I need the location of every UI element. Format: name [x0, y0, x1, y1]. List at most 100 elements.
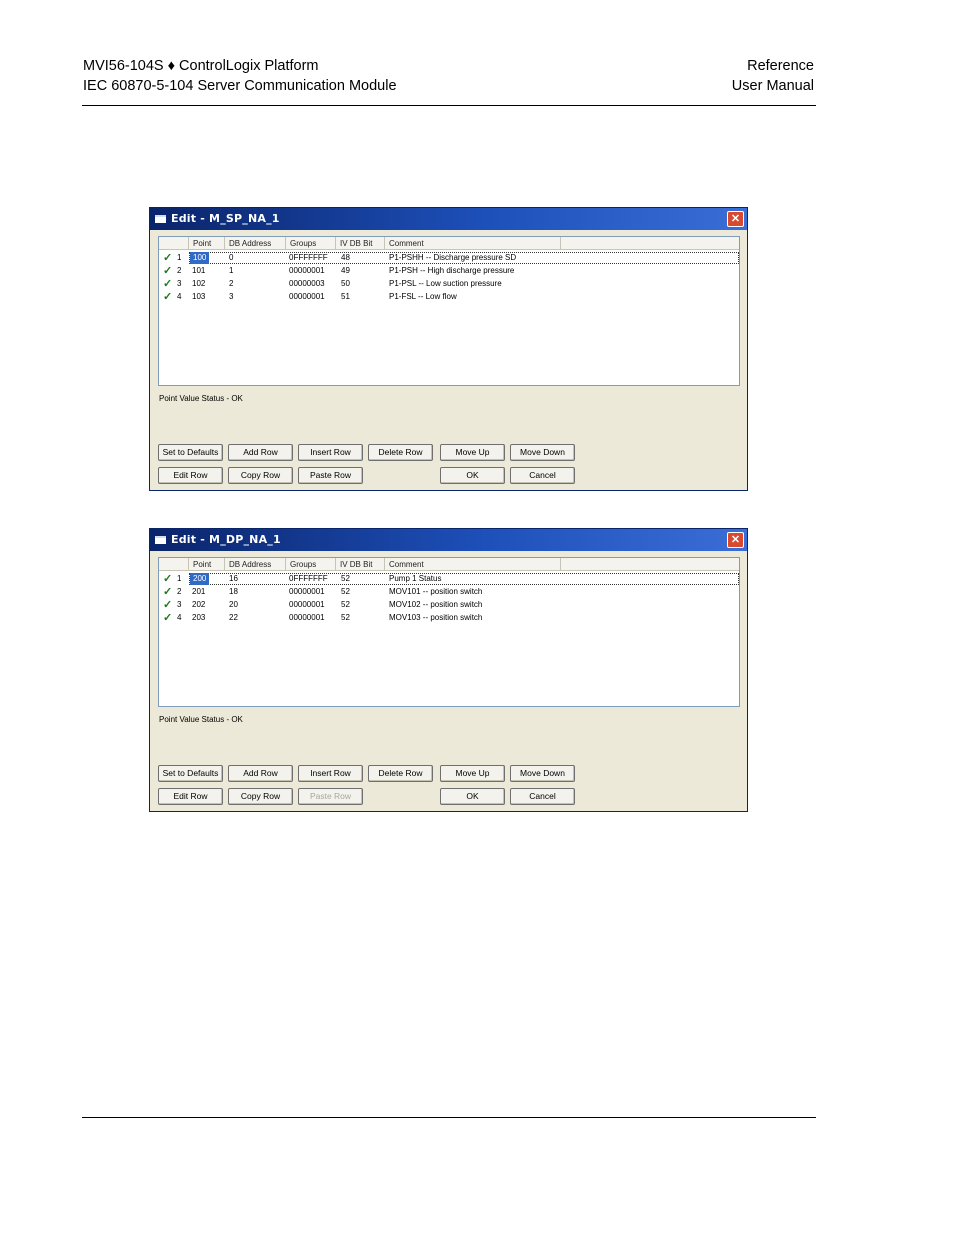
- grid-cell-point[interactable]: 200: [190, 573, 210, 585]
- grid-cell-point[interactable]: 100: [190, 252, 210, 264]
- grid-cell-iv[interactable]: 48: [341, 252, 350, 264]
- insert-row-button[interactable]: Insert Row: [298, 765, 363, 782]
- close-icon[interactable]: ✕: [727, 532, 744, 548]
- grid-cell-iv[interactable]: 52: [341, 599, 350, 611]
- column-header[interactable]: Comment: [385, 558, 561, 571]
- cancel-button[interactable]: Cancel: [510, 788, 575, 805]
- column-header[interactable]: IV DB Bit: [336, 558, 385, 571]
- grid-cell-iv[interactable]: 52: [341, 612, 350, 624]
- row-header-corner: [159, 558, 189, 571]
- set-defaults-button[interactable]: Set to Defaults: [158, 444, 223, 461]
- check-icon: ✓: [163, 599, 173, 611]
- grid-cell-point[interactable]: 201: [192, 586, 205, 598]
- grid-cell-comment[interactable]: P1-PSH -- High discharge pressure: [389, 265, 514, 277]
- delete-row-button[interactable]: Delete Row: [368, 765, 433, 782]
- grid-cell-iv[interactable]: 50: [341, 278, 350, 290]
- paste-row-button[interactable]: Paste Row: [298, 788, 363, 805]
- grid-cell-iv[interactable]: 52: [341, 573, 350, 585]
- cancel-button[interactable]: Cancel: [510, 467, 575, 484]
- header-rule: [82, 105, 816, 106]
- add-row-button[interactable]: Add Row: [228, 765, 293, 782]
- copy-row-button[interactable]: Copy Row: [228, 467, 293, 484]
- row-number[interactable]: 3: [177, 599, 181, 611]
- row-number[interactable]: 2: [177, 586, 181, 598]
- column-header[interactable]: Point: [189, 558, 225, 571]
- window-icon: [155, 536, 166, 544]
- grid-cell-comment[interactable]: P1-FSL -- Low flow: [389, 291, 457, 303]
- grid-cell-comment[interactable]: P1-PSL -- Low suction pressure: [389, 278, 502, 290]
- grid-cell-comment[interactable]: P1-PSHH -- Discharge pressure SD: [389, 252, 516, 264]
- column-header[interactable]: Groups: [286, 558, 336, 571]
- ok-button[interactable]: OK: [440, 788, 505, 805]
- grid-cell-comment[interactable]: MOV103 -- position switch: [389, 612, 482, 624]
- selected-row: [189, 573, 739, 585]
- column-header[interactable]: DB Address: [225, 237, 286, 250]
- grid-cell-groups[interactable]: 0FFFFFFF: [289, 252, 328, 264]
- column-header[interactable]: Groups: [286, 237, 336, 250]
- move-down-button[interactable]: Move Down: [510, 444, 575, 461]
- row-number[interactable]: 3: [177, 278, 181, 290]
- header-product: MVI56-104S ♦ ControlLogix Platform: [83, 58, 319, 74]
- add-row-button[interactable]: Add Row: [228, 444, 293, 461]
- row-number[interactable]: 1: [177, 252, 181, 264]
- set-defaults-button[interactable]: Set to Defaults: [158, 765, 223, 782]
- insert-row-button[interactable]: Insert Row: [298, 444, 363, 461]
- grid-cell-point[interactable]: 203: [192, 612, 205, 624]
- edit-row-button[interactable]: Edit Row: [158, 788, 223, 805]
- row-number[interactable]: 1: [177, 573, 181, 585]
- column-header[interactable]: DB Address: [225, 558, 286, 571]
- grid-cell-db[interactable]: 16: [229, 573, 238, 585]
- check-icon: ✓: [163, 252, 173, 264]
- grid-cell-groups[interactable]: 00000003: [289, 278, 325, 290]
- delete-row-button[interactable]: Delete Row: [368, 444, 433, 461]
- check-icon: ✓: [163, 612, 173, 624]
- row-number[interactable]: 4: [177, 291, 181, 303]
- points-grid[interactable]: Point DB Address Groups IV DB Bit Comment ✓ 1 2…: [158, 557, 740, 707]
- grid-cell-groups[interactable]: 0FFFFFFF: [289, 573, 328, 585]
- column-header[interactable]: Comment: [385, 237, 561, 250]
- column-header[interactable]: IV DB Bit: [336, 237, 385, 250]
- grid-cell-iv[interactable]: 52: [341, 586, 350, 598]
- row-number[interactable]: 4: [177, 612, 181, 624]
- points-grid[interactable]: Point DB Address Groups IV DB Bit Comment ✓ 1 1…: [158, 236, 740, 386]
- grid-cell-point[interactable]: 101: [192, 265, 205, 277]
- grid-cell-comment[interactable]: Pump 1 Status: [389, 573, 441, 585]
- grid-cell-db[interactable]: 2: [229, 278, 233, 290]
- paste-row-button[interactable]: Paste Row: [298, 467, 363, 484]
- ok-button[interactable]: OK: [440, 467, 505, 484]
- grid-cell-db[interactable]: 0: [229, 252, 233, 264]
- grid-cell-db[interactable]: 3: [229, 291, 233, 303]
- column-header[interactable]: Point: [189, 237, 225, 250]
- edit-row-button[interactable]: Edit Row: [158, 467, 223, 484]
- grid-cell-db[interactable]: 22: [229, 612, 238, 624]
- status-text: Point Value Status - OK: [159, 715, 243, 724]
- column-header-filler: [561, 237, 739, 250]
- move-up-button[interactable]: Move Up: [440, 765, 505, 782]
- grid-cell-db[interactable]: 18: [229, 586, 238, 598]
- row-number[interactable]: 2: [177, 265, 181, 277]
- grid-cell-point[interactable]: 103: [192, 291, 205, 303]
- grid-cell-groups[interactable]: 00000001: [289, 612, 325, 624]
- check-icon: ✓: [163, 278, 173, 290]
- grid-cell-groups[interactable]: 00000001: [289, 265, 325, 277]
- grid-cell-db[interactable]: 20: [229, 599, 238, 611]
- grid-cell-iv[interactable]: 51: [341, 291, 350, 303]
- grid-cell-comment[interactable]: MOV102 -- position switch: [389, 599, 482, 611]
- grid-cell-point[interactable]: 102: [192, 278, 205, 290]
- move-down-button[interactable]: Move Down: [510, 765, 575, 782]
- copy-row-button[interactable]: Copy Row: [228, 788, 293, 805]
- grid-cell-iv[interactable]: 49: [341, 265, 350, 277]
- grid-cell-comment[interactable]: MOV101 -- position switch: [389, 586, 482, 598]
- grid-cell-groups[interactable]: 00000001: [289, 291, 325, 303]
- grid-cell-db[interactable]: 1: [229, 265, 233, 277]
- grid-cell-point[interactable]: 202: [192, 599, 205, 611]
- grid-cell-groups[interactable]: 00000001: [289, 599, 325, 611]
- footer-rule: [82, 1117, 816, 1118]
- header-module: IEC 60870-5-104 Server Communication Mod…: [83, 78, 397, 94]
- close-icon[interactable]: ✕: [727, 211, 744, 227]
- move-up-button[interactable]: Move Up: [440, 444, 505, 461]
- header-right: Reference User Manual: [732, 56, 814, 96]
- grid-cell-groups[interactable]: 00000001: [289, 586, 325, 598]
- header-section: Reference: [747, 58, 814, 74]
- check-icon: ✓: [163, 291, 173, 303]
